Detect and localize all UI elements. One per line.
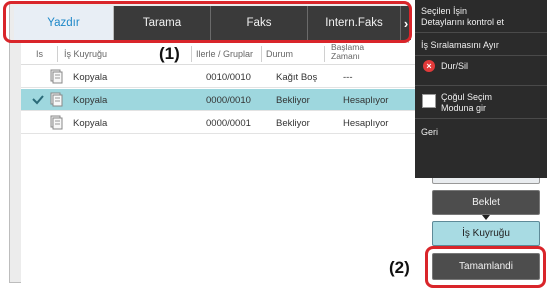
table-header: Is İş Kuyruğu Ilerle / Gruplar Durum Baş… <box>21 43 417 65</box>
menu-item-back[interactable]: Geri <box>421 127 438 138</box>
menu-divider <box>415 32 547 33</box>
hold-button[interactable]: Beklet <box>432 190 540 215</box>
checkmark-icon <box>32 95 44 105</box>
completed-highlight-frame <box>425 246 546 288</box>
job-status-panel: Yazdır Tarama Faks Intern.Faks › Is İş K… <box>9 2 417 288</box>
table-row[interactable]: Kopyala 0000/0001 Bekliyor Hesaplıyor <box>21 112 417 134</box>
job-queue-table: Is İş Kuyruğu Ilerle / Gruplar Durum Baş… <box>21 43 417 288</box>
multi-select-checkbox[interactable] <box>422 94 436 108</box>
menu-item-stop-delete[interactable]: Dur/Sil <box>441 61 468 72</box>
menu-item-check-details[interactable]: Seçilen İşin Detaylarını kontrol et <box>421 6 504 28</box>
down-arrow-icon <box>482 215 490 220</box>
header-progress: Ilerle / Gruplar <box>196 49 254 59</box>
table-row[interactable]: Kopyala 0000/0010 Bekliyor Hesaplıyor <box>21 89 417 111</box>
header-divider <box>191 46 192 62</box>
menu-divider <box>415 55 547 56</box>
callout-label-2: (2) <box>389 258 410 277</box>
header-set: Is <box>36 49 44 59</box>
start-time-cell: --- <box>343 72 353 83</box>
status-cell: Bekliyor <box>276 118 310 129</box>
stop-delete-icon: × <box>423 60 435 72</box>
copy-job-icon <box>50 69 63 84</box>
progress-cell: 0000/0010 <box>206 95 251 106</box>
header-divider <box>261 46 262 62</box>
menu-divider <box>415 118 547 119</box>
job-queue-cell: Kopyala <box>73 72 108 83</box>
copy-job-icon <box>50 115 63 130</box>
status-cell: Kağıt Boş <box>276 72 318 83</box>
action-menu: Seçilen İşin Detaylarını kontrol et İş S… <box>415 0 547 178</box>
menu-divider <box>415 85 547 86</box>
menu-item-sort-order[interactable]: İş Sıralamasını Ayır <box>421 40 499 51</box>
header-divider <box>324 46 325 62</box>
callout-label-1: (1) <box>159 44 180 63</box>
header-start-time: Başlama Zamanı <box>331 42 365 61</box>
header-divider <box>57 46 58 62</box>
start-time-cell: Hesaplıyor <box>343 118 389 129</box>
copy-job-icon <box>50 92 63 107</box>
progress-cell: 0000/0001 <box>206 118 251 129</box>
job-queue-button[interactable]: İş Kuyruğu <box>432 221 540 246</box>
header-status: Durum <box>266 49 294 59</box>
table-row[interactable]: Kopyala 0010/0010 Kağıt Boş --- <box>21 66 417 88</box>
tab-highlight-frame <box>3 1 412 43</box>
menu-item-multi-select[interactable]: Çoğul Seçim Moduna gir <box>441 92 492 114</box>
progress-cell: 0010/0010 <box>206 72 251 83</box>
job-queue-cell: Kopyala <box>73 118 108 129</box>
header-job-queue: İş Kuyruğu <box>64 49 108 59</box>
status-cell: Bekliyor <box>276 95 310 106</box>
job-queue-cell: Kopyala <box>73 95 108 106</box>
start-time-cell: Hesaplıyor <box>343 95 389 106</box>
